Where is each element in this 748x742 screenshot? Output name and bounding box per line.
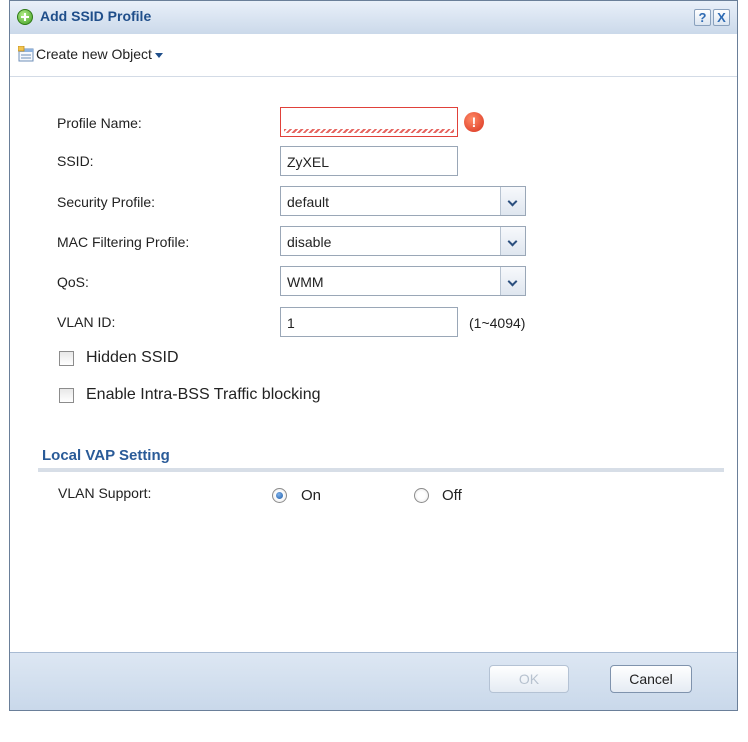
mac-filtering-value: disable (287, 234, 332, 250)
security-profile-value: default (287, 194, 330, 210)
error-icon: ! (464, 112, 484, 132)
validation-squiggle (284, 129, 454, 133)
ssid-value: ZyXEL (287, 154, 330, 170)
add-icon (17, 9, 33, 25)
toolbar: Create new Object (10, 34, 737, 77)
local-vap-section-title: Local VAP Setting (42, 447, 170, 464)
vlan-support-off-radio[interactable] (414, 488, 429, 503)
mac-filtering-select[interactable]: disable (280, 226, 526, 256)
intra-bss-label: Enable Intra-BSS Traffic blocking (86, 386, 321, 403)
dialog-titlebar: Add SSID Profile ? X (10, 1, 737, 35)
intra-bss-checkbox[interactable] (59, 388, 74, 403)
vlan-id-range-hint: (1~4094) (469, 315, 526, 331)
object-list-icon (17, 45, 34, 62)
qos-select[interactable]: WMM (280, 266, 526, 296)
dialog-title: Add SSID Profile (40, 8, 152, 24)
vlan-support-label: VLAN Support: (58, 485, 152, 501)
hidden-ssid-checkbox[interactable] (59, 351, 74, 366)
vlan-support-on-label: On (301, 487, 322, 504)
ssid-input[interactable]: ZyXEL (280, 146, 458, 176)
chevron-down-icon[interactable] (500, 267, 525, 295)
hidden-ssid-label: Hidden SSID (86, 349, 179, 366)
profile-name-label: Profile Name: (57, 115, 142, 131)
chevron-down-icon[interactable] (500, 187, 525, 215)
qos-value: WMM (287, 274, 324, 290)
chevron-down-icon (154, 53, 163, 58)
chevron-down-icon[interactable] (500, 227, 525, 255)
dialog-footer: OK Cancel (10, 652, 737, 710)
ssid-label: SSID: (57, 153, 94, 169)
vlan-id-input[interactable]: 1 (280, 307, 458, 337)
ok-button[interactable]: OK (489, 665, 569, 693)
security-profile-select[interactable]: default (280, 186, 526, 216)
mac-filtering-label: MAC Filtering Profile: (57, 234, 190, 250)
security-profile-label: Security Profile: (57, 194, 156, 210)
section-divider (38, 468, 724, 472)
vlan-support-on-radio[interactable] (272, 488, 287, 503)
vlan-id-value: 1 (287, 315, 295, 331)
qos-label: QoS: (57, 274, 89, 290)
cancel-button[interactable]: Cancel (610, 665, 692, 693)
help-button[interactable]: ? (694, 9, 711, 26)
close-button[interactable]: X (713, 9, 730, 26)
create-new-object-menu[interactable]: Create new Object (17, 45, 163, 62)
profile-name-input[interactable] (280, 107, 458, 137)
create-new-object-label: Create new Object (36, 46, 152, 62)
vlan-id-label: VLAN ID: (57, 314, 116, 330)
add-ssid-profile-dialog: Add SSID Profile ? X Create new Object P… (9, 0, 738, 711)
vlan-support-off-label: Off (442, 487, 462, 504)
